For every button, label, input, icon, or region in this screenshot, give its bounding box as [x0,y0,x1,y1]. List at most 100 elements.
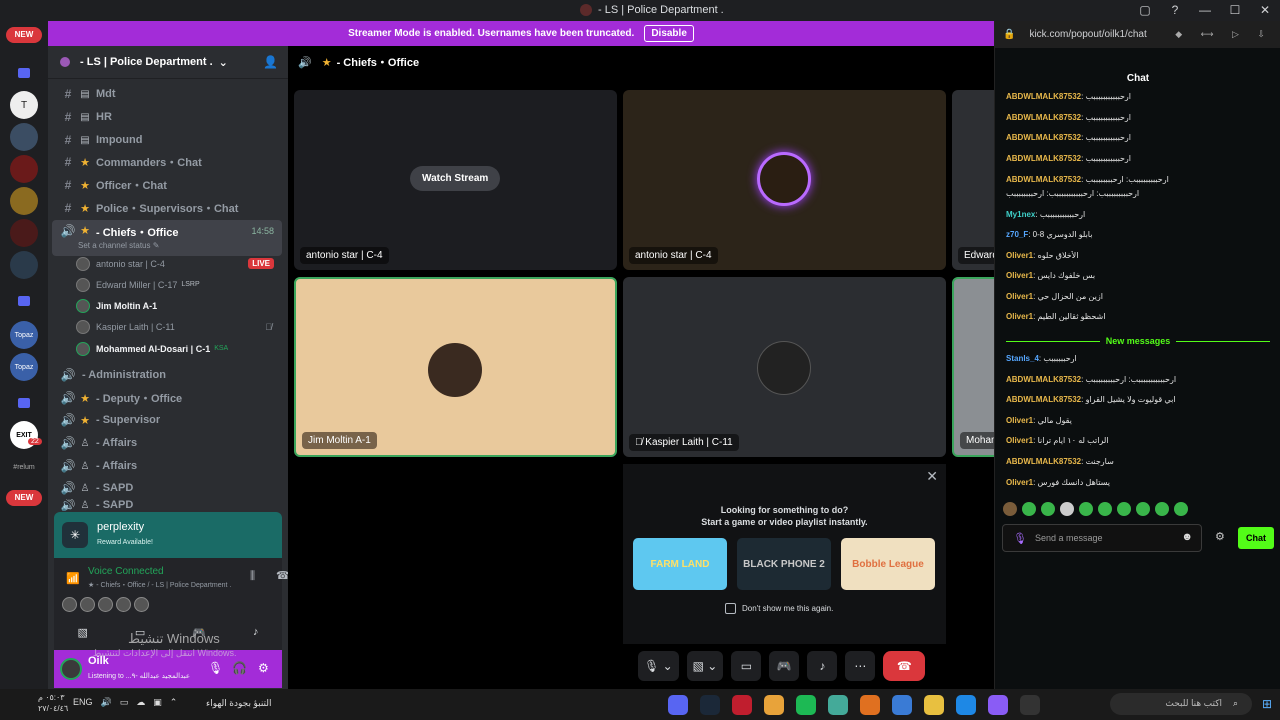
emote-icon[interactable] [1041,502,1055,516]
chat-username[interactable]: My1nex [1006,210,1035,219]
voice-user[interactable]: Kaspier Laith | C-11 🎙̸ [76,316,282,337]
camera-toggle-button[interactable]: ▧ ⌄ [686,651,724,681]
voice-user[interactable]: Mohammed Al-Dosari | C-1 KSA [76,338,282,359]
soundboard-icon[interactable]: ♪ [253,626,259,639]
server-icon-2[interactable] [10,123,38,151]
voice-user[interactable]: Edward Miller | C-17 LSRP [76,274,282,295]
voice-user[interactable]: Jim Moltin A-1 [76,295,282,316]
game-card[interactable]: FARM LAND [633,538,727,590]
network-icon[interactable]: ▭ [120,697,129,708]
mic-icon[interactable]: 🎙 [208,661,223,675]
chat-username[interactable]: Oliver1 [1006,271,1033,280]
file-explorer-icon[interactable] [924,695,944,715]
soundboard-button[interactable]: ♪ [807,651,838,681]
emote-icon[interactable] [1003,502,1017,516]
chat-username[interactable]: ABDWLMALK87532 [1006,375,1081,384]
windows-start-icon[interactable]: ⊞ [1262,697,1276,711]
maximize-button[interactable]: ☐ [1220,0,1250,21]
chat-username[interactable]: Oliver1 [1006,292,1033,301]
close-icon[interactable]: ✕ [926,468,938,485]
server-icon-4[interactable] [10,187,38,215]
channel-commanders-chat[interactable]: # ★ Commanders・Chat [52,151,282,173]
server-icon-3[interactable] [10,155,38,183]
server-icon-6[interactable] [10,251,38,279]
send-message-input[interactable]: 🎙 Send a message ☻ [1002,524,1202,552]
channel-status[interactable]: Set a channel status ✎ [78,241,159,250]
chat-username[interactable]: ABDWLMALK87532 [1006,154,1081,163]
chat-send-button[interactable]: Chat [1238,527,1274,549]
dont-show-checkbox[interactable]: Don't show me this again. [725,603,833,614]
more-button[interactable]: ⋯ [845,651,876,681]
channel-sapd[interactable]: 🔊 ♙ - SAPD [52,477,282,499]
server-icon-1[interactable]: T [10,91,38,119]
user-tile[interactable]: Moham [952,277,994,457]
taskbar-search[interactable]: اكتب هنا للبحث [1110,693,1252,715]
gear-icon[interactable]: ⚙ [258,661,269,675]
activity-button[interactable]: 🎮 [769,651,800,681]
server-folder-3[interactable] [10,389,38,417]
discord-app-icon[interactable] [668,695,688,715]
app-icon[interactable] [860,695,880,715]
stream-tile[interactable]: Watch Stream antonio star | C-4 [294,90,617,270]
channel-hr[interactable]: # ▤ HR [52,106,282,128]
channel-mdt[interactable]: # ▤ Mdt [52,83,282,105]
volume-icon[interactable]: 🔊 [101,697,112,708]
voice-location[interactable]: ★ - Chiefs・Office / - LS | Police Depart… [88,580,231,590]
minimize-button[interactable]: — [1190,0,1220,21]
chat-username[interactable]: Oliver1 [1006,416,1033,425]
server-icon-5[interactable] [10,219,38,247]
chrome-app-icon[interactable] [764,695,784,715]
tray-app-icon[interactable]: ▣ [153,697,162,708]
spotify-app-icon[interactable] [796,695,816,715]
emote-icon[interactable] [1155,502,1169,516]
chat-username[interactable]: Stanls_4 [1006,354,1039,363]
game-card[interactable]: Bobble League [841,538,935,590]
server-folder[interactable] [10,59,38,87]
cloud-icon[interactable]: ☁ [136,697,145,708]
channel-administration[interactable]: 🔊 - Administration [52,364,282,386]
close-button[interactable]: ✕ [1250,0,1280,21]
user-tile[interactable]: antonio star | C-4 [623,90,946,270]
emote-icon[interactable] [1136,502,1150,516]
server-header[interactable]: - LS | Police Department . ⌄ 👤 [48,46,288,79]
voice-status[interactable]: Voice Connected [88,566,164,577]
steam-app-icon[interactable] [700,695,720,715]
channel-impound[interactable]: # ▤ Impound [52,129,282,151]
channel-affairs-2[interactable]: 🔊 ♙ - Affairs [52,455,282,477]
chat-settings-icon[interactable]: ⚙ [1215,530,1225,543]
emote-icon[interactable] [1022,502,1036,516]
channel-deputy-office[interactable]: 🔊 ★ - Deputy・Office [52,387,282,409]
app-icon[interactable] [988,695,1008,715]
channel-sapd-2[interactable]: 🔊 ♙ - SAPD [52,499,282,511]
chat-username[interactable]: Oliver1 [1006,478,1033,487]
emote-icon[interactable] [1079,502,1093,516]
emote-icon[interactable] [1174,502,1188,516]
screen-share-button[interactable]: ▭ [731,651,762,681]
chat-username[interactable]: ABDWLMALK87532 [1006,113,1081,122]
task-view-icon[interactable] [1020,695,1040,715]
clock[interactable]: ٠٥:٠٣ م ٢٧/٠٤/٤٦ [38,692,68,714]
invite-icon[interactable]: 👤 [263,55,278,69]
chat-username[interactable]: Oliver1 [1006,436,1033,445]
chat-username[interactable]: ABDWLMALK87532 [1006,457,1081,466]
user-tile[interactable]: 🎙̸ Kaspier Laith | C-11 [623,277,946,457]
channel-officer-chat[interactable]: # ★ Officer・Chat [52,174,282,196]
help-icon[interactable]: ? [1160,0,1190,21]
channel-affairs[interactable]: 🔊 ♙ - Affairs [52,432,282,454]
disconnect-button[interactable]: ☎ [883,651,926,681]
chat-username[interactable]: Oliver1 [1006,312,1033,321]
perplexity-promo[interactable]: ✳ perplexity Reward Available! [54,512,282,558]
user-avatar[interactable] [60,658,82,680]
disable-streamer-button[interactable]: Disable [644,25,694,42]
channel-supervisors-chat[interactable]: # ★ Police・Supervisors・Chat [52,197,282,219]
inbox-icon[interactable]: ▢ [1130,0,1160,21]
headphones-icon[interactable]: 🎧 [232,661,247,675]
chat-username[interactable]: ABDWLMALK87532 [1006,395,1081,404]
noise-suppression-icon[interactable]: ⫼ [250,570,255,583]
chat-username[interactable]: ABDWLMALK87532 [1006,133,1081,142]
server-folder-2[interactable] [10,287,38,315]
language-indicator[interactable]: ENG [73,697,93,708]
app-icon[interactable] [828,695,848,715]
emote-icon[interactable] [1117,502,1131,516]
voice-user[interactable]: antonio star | C-4 LIVE [76,253,282,274]
